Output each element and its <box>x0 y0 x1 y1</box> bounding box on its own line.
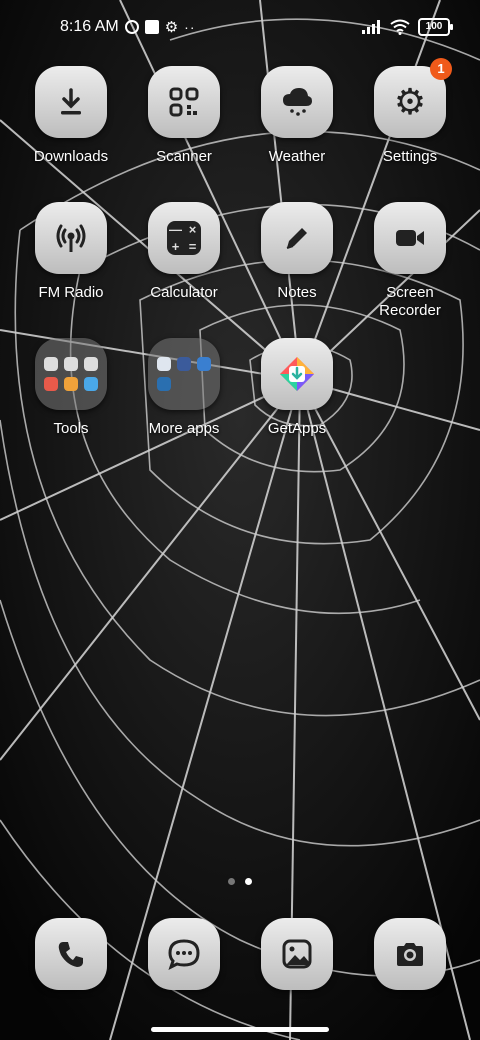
app-scanner[interactable]: Scanner <box>129 66 239 166</box>
folder-tools[interactable]: Tools <box>16 338 126 438</box>
settings-notification-icon: ⚙ <box>164 19 179 36</box>
messages-icon <box>148 918 220 990</box>
gear-icon: ⚙ 1 <box>374 58 452 138</box>
gesture-nav-handle[interactable] <box>151 1027 329 1032</box>
wifi-icon <box>390 19 410 35</box>
gallery-icon <box>261 918 333 990</box>
calculator-icon: — × + = <box>148 202 220 274</box>
app-label: Downloads <box>33 148 109 165</box>
app-downloads[interactable]: Downloads <box>16 66 126 166</box>
app-label: Calculator <box>150 284 218 301</box>
app-label: Weather <box>268 148 326 165</box>
dock-camera[interactable] <box>374 918 446 990</box>
weather-cloud-icon <box>261 66 333 138</box>
app-calculator[interactable]: — × + = Calculator <box>129 202 239 302</box>
page-indicator <box>228 878 252 885</box>
battery-indicator: 100 <box>418 18 453 36</box>
qr-scanner-icon <box>148 66 220 138</box>
status-right: 100 <box>362 18 453 36</box>
getapps-icon <box>261 338 333 410</box>
folder-preview <box>44 357 98 391</box>
page-dot-active[interactable] <box>245 878 252 885</box>
dock-messages[interactable] <box>148 918 220 990</box>
app-weather[interactable]: Weather <box>242 66 352 166</box>
status-time: 8:16 AM <box>60 18 119 35</box>
more-notifications-icon: ·· <box>184 19 196 35</box>
app-label: GetApps <box>267 420 327 437</box>
app-label: Screen Recorder <box>379 284 441 319</box>
download-icon <box>35 66 107 138</box>
dock-phone[interactable] <box>35 918 107 990</box>
folder-preview <box>157 357 211 391</box>
app-label: FM Radio <box>38 284 104 301</box>
video-camera-icon <box>374 202 446 274</box>
app-fm-radio[interactable]: FM Radio <box>16 202 126 302</box>
status-left: 8:16 AM ⚙ ·· <box>60 18 195 36</box>
app-label: Notes <box>277 284 317 301</box>
camera-icon <box>374 918 446 990</box>
signal-icon <box>362 20 380 34</box>
app-getapps[interactable]: GetApps <box>242 338 352 438</box>
app-label: More apps <box>148 420 220 437</box>
notification-badge: 1 <box>430 58 452 80</box>
app-screen-recorder[interactable]: Screen Recorder <box>355 202 465 320</box>
folder-icon <box>35 338 107 410</box>
notification-square-icon <box>144 20 159 34</box>
app-label: Scanner <box>156 148 212 165</box>
app-label: Tools <box>53 420 89 437</box>
folder-more-apps[interactable]: More apps <box>129 338 239 438</box>
radio-icon <box>35 202 107 274</box>
app-notes[interactable]: Notes <box>242 202 352 302</box>
dock-gallery[interactable] <box>261 918 333 990</box>
vpn-icon <box>124 20 139 34</box>
pencil-icon <box>261 202 333 274</box>
folder-icon <box>148 338 220 410</box>
status-bar: 8:16 AM ⚙ ·· 100 <box>0 0 480 56</box>
app-label: Settings <box>382 148 438 165</box>
app-settings[interactable]: ⚙ 1 Settings <box>355 58 465 166</box>
page-dot[interactable] <box>228 878 235 885</box>
phone-icon <box>35 918 107 990</box>
